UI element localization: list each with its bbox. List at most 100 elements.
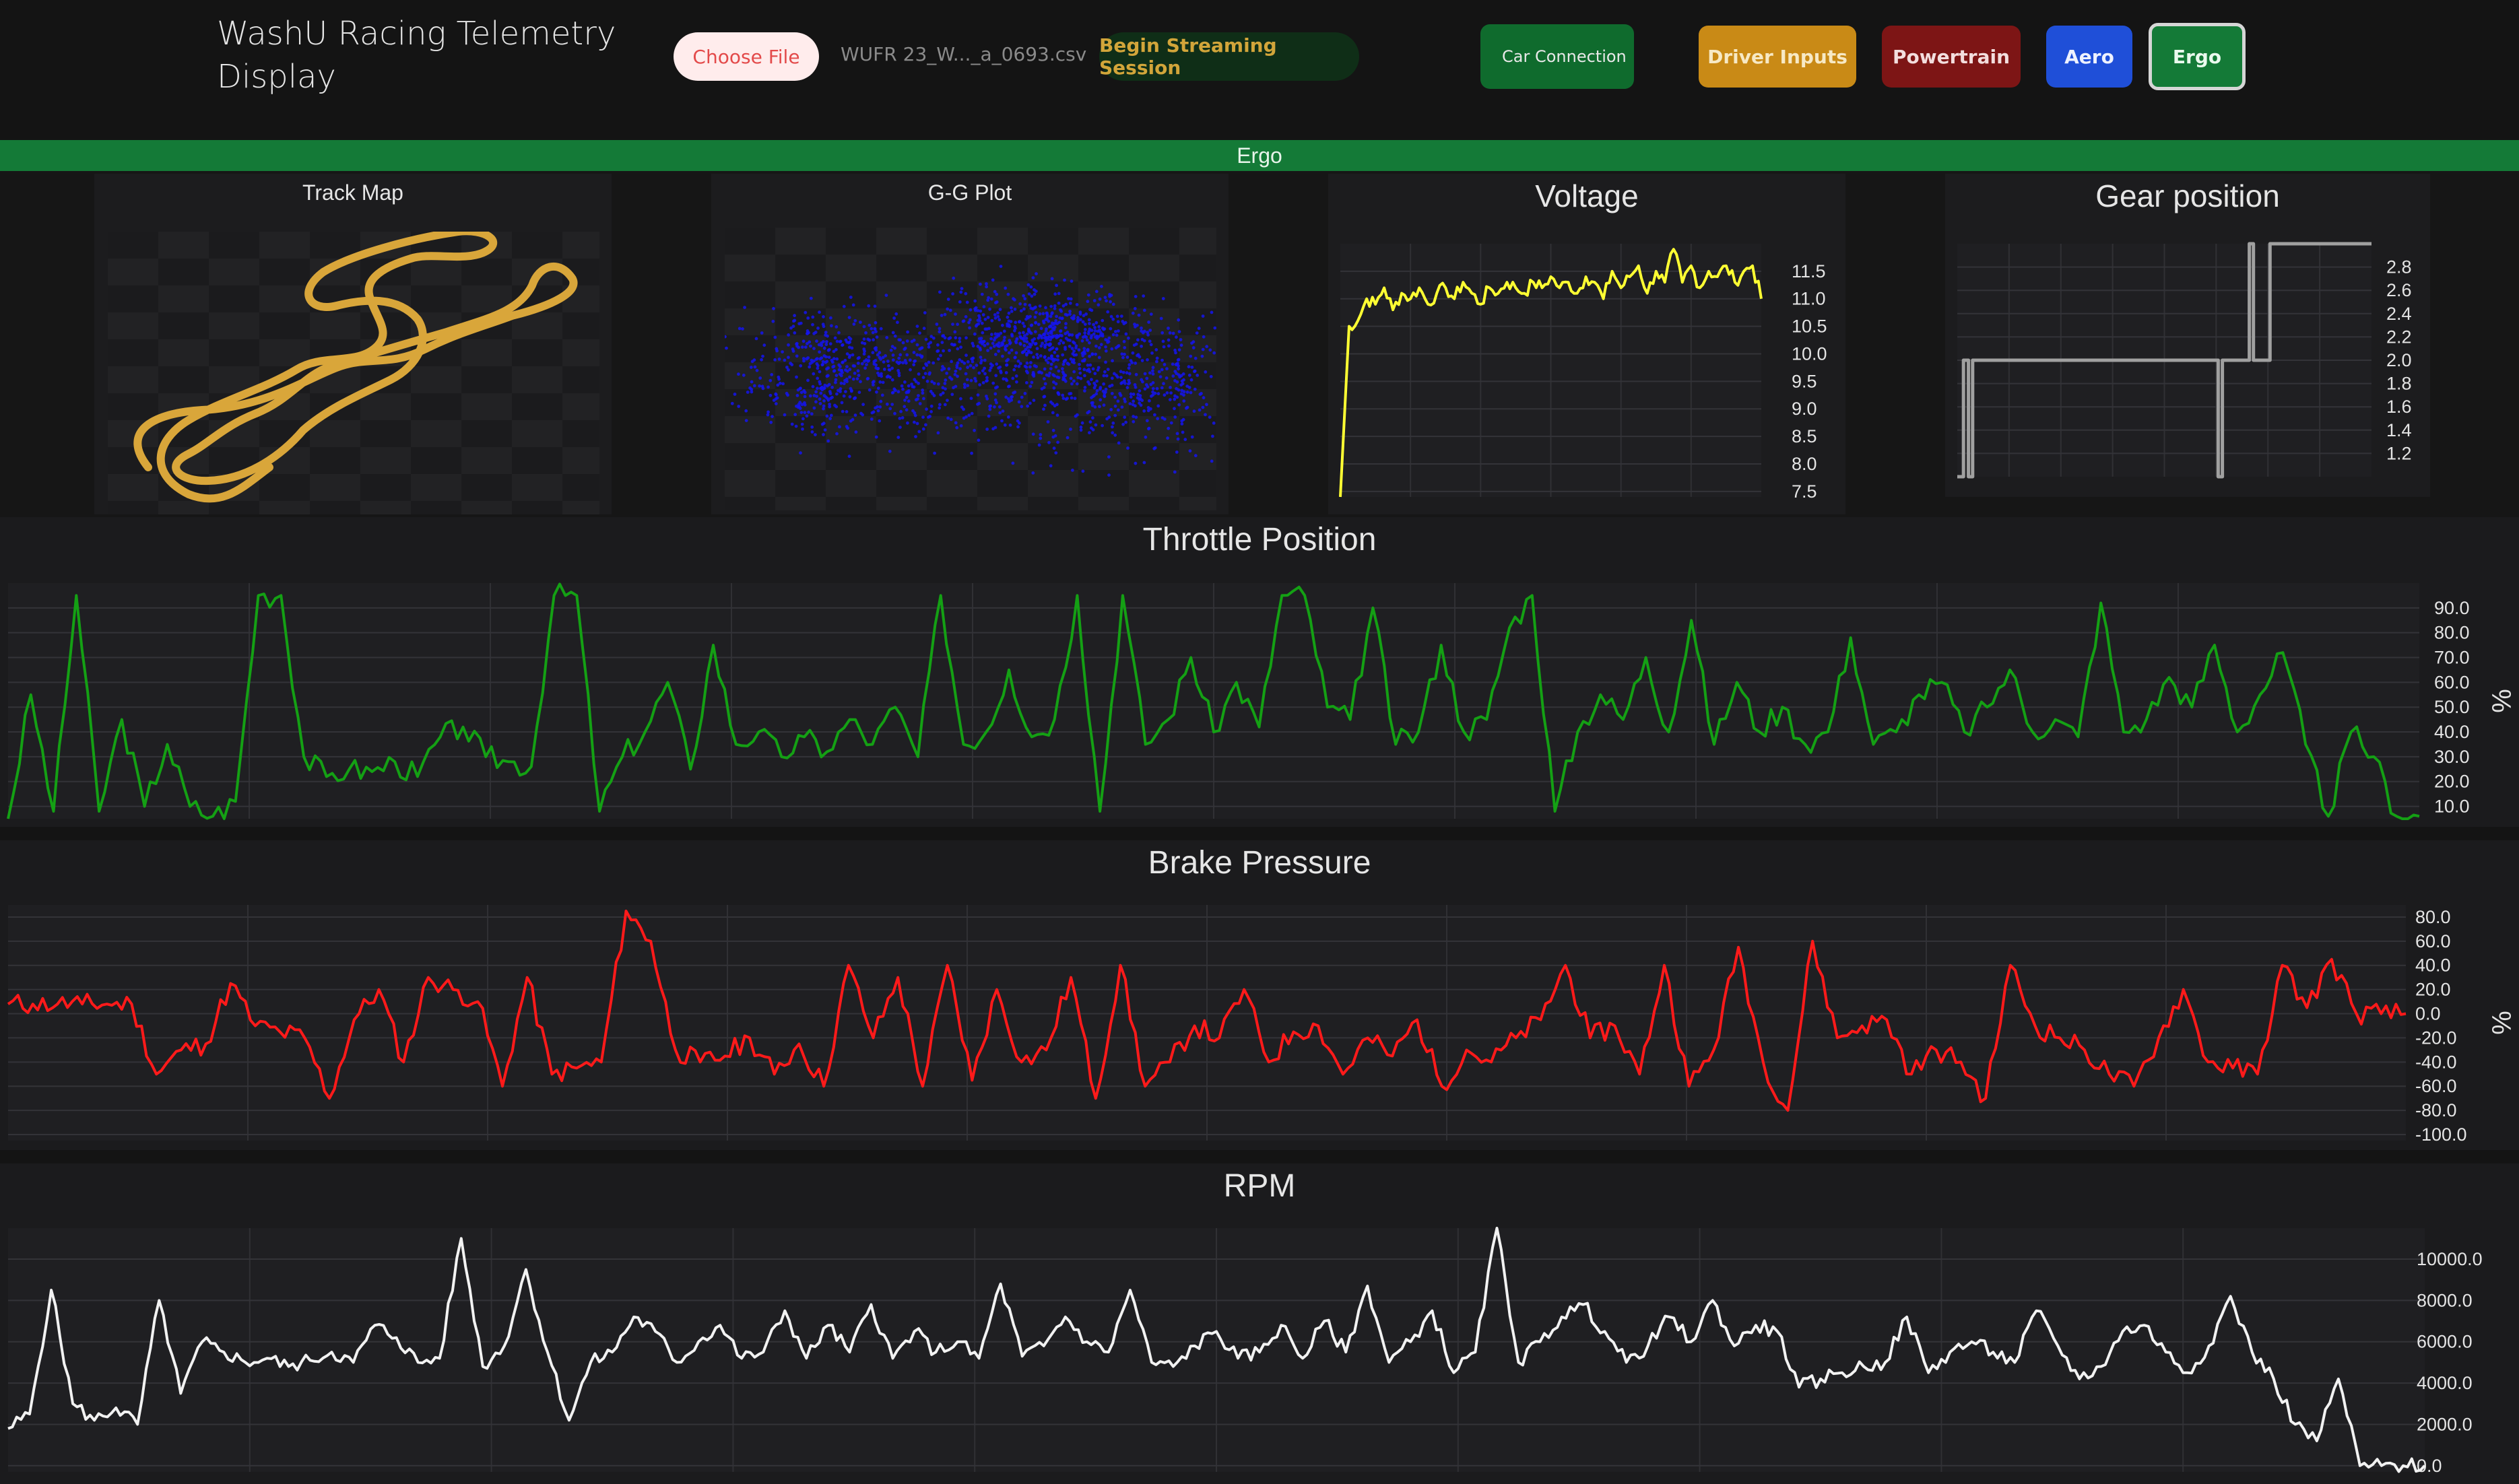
gg-point xyxy=(822,404,826,408)
brake-y-tick-label: 60.0 xyxy=(2415,931,2451,951)
gg-point xyxy=(1082,347,1086,351)
gg-point xyxy=(1204,413,1207,417)
gg-point xyxy=(822,433,825,436)
gg-point xyxy=(862,325,866,329)
gg-point xyxy=(834,380,837,384)
gg-point xyxy=(766,385,770,389)
gg-point xyxy=(856,362,860,365)
gg-point xyxy=(1086,411,1090,415)
gg-point xyxy=(1018,335,1022,339)
brake-title: Brake Pressure xyxy=(1148,845,1371,881)
gg-point xyxy=(1151,393,1155,397)
gg-point xyxy=(1063,378,1066,381)
gg-point xyxy=(1045,327,1048,331)
gg-point xyxy=(952,276,956,280)
gg-point xyxy=(910,382,913,386)
gg-point xyxy=(1136,338,1140,342)
choose-file-button[interactable]: Choose File xyxy=(674,32,819,81)
gg-point xyxy=(879,327,883,331)
gg-point xyxy=(810,425,814,429)
car-connection-button[interactable]: Car Connection xyxy=(1480,24,1634,89)
gg-point xyxy=(970,411,974,415)
gg-point xyxy=(1083,323,1087,326)
gg-point xyxy=(775,396,779,400)
gg-point xyxy=(1177,318,1181,322)
gg-point xyxy=(965,300,969,304)
gg-point xyxy=(945,372,948,375)
gg-point xyxy=(841,360,845,364)
gg-point xyxy=(1092,386,1097,390)
gg-point xyxy=(1040,387,1044,391)
voltage-y-ticks: 11.5 11.0 10.5 10.0 9.5 9.0 8.5 8.0 7.5 xyxy=(1792,261,1827,502)
gg-point xyxy=(1148,399,1151,403)
gg-point xyxy=(896,390,901,394)
tab-ergo[interactable]: Ergo xyxy=(2149,23,2246,90)
gg-point xyxy=(897,338,901,341)
gg-point xyxy=(933,451,936,455)
tab-aero[interactable]: Aero xyxy=(2046,26,2132,88)
begin-streaming-button[interactable]: Begin Streaming Session xyxy=(1099,32,1359,81)
gg-point xyxy=(1156,417,1160,421)
gg-point xyxy=(1055,403,1059,407)
gg-point xyxy=(991,364,994,368)
gg-point xyxy=(809,344,812,348)
gg-point xyxy=(1191,340,1196,344)
selected-file-name: WUFR 23_W..._a_0693.csv xyxy=(841,43,1087,65)
gg-point xyxy=(829,316,832,320)
gg-point xyxy=(898,353,903,357)
gg-point xyxy=(1070,279,1074,283)
gg-point xyxy=(1024,347,1028,351)
rpm-y-tick-label: 4000.0 xyxy=(2417,1373,2473,1393)
gg-point xyxy=(1142,339,1146,343)
gg-point xyxy=(822,325,826,329)
gg-point xyxy=(839,381,843,385)
gg-point xyxy=(1050,277,1054,281)
gg-point xyxy=(1147,426,1151,430)
gg-point xyxy=(1061,393,1065,397)
gg-point xyxy=(1108,384,1112,389)
gg-point xyxy=(1153,413,1156,417)
gg-point xyxy=(1160,386,1164,390)
tab-powertrain[interactable]: Powertrain xyxy=(1882,26,2021,88)
gg-point xyxy=(848,375,851,379)
gg-point xyxy=(1097,325,1101,329)
gg-point xyxy=(1097,356,1101,360)
gg-point xyxy=(1123,321,1127,325)
gg-point xyxy=(1044,358,1048,362)
gg-point xyxy=(906,330,909,334)
gear-y-tick-label: 2.6 xyxy=(2386,280,2412,300)
gg-point xyxy=(1039,436,1043,440)
gg-point xyxy=(830,324,833,328)
gg-point xyxy=(1116,375,1119,379)
gg-point xyxy=(1052,322,1056,325)
gg-point xyxy=(981,342,984,345)
tab-driver-inputs[interactable]: Driver Inputs xyxy=(1699,26,1856,88)
gg-point xyxy=(1031,432,1035,436)
gg-point xyxy=(1099,333,1103,337)
gg-point xyxy=(958,300,962,304)
gg-point xyxy=(1160,368,1164,372)
gg-point xyxy=(980,292,984,296)
gg-point xyxy=(829,413,833,417)
gg-point xyxy=(1028,365,1032,369)
gg-point xyxy=(962,319,966,323)
gg-point xyxy=(845,410,849,413)
gg-point xyxy=(909,368,912,372)
gg-point xyxy=(847,356,851,360)
gg-point xyxy=(1072,361,1076,365)
gg-point xyxy=(776,383,780,387)
gg-point xyxy=(1197,327,1201,331)
gg-point xyxy=(867,355,871,359)
gg-point xyxy=(1104,360,1107,364)
gg-point xyxy=(826,398,830,402)
gg-point xyxy=(979,337,983,340)
gg-point xyxy=(1034,321,1038,325)
gg-point xyxy=(1138,398,1141,401)
rpm-y-ticks: 10000.0 8000.0 6000.0 4000.0 2000.0 0.0 xyxy=(2417,1249,2483,1476)
gg-point xyxy=(1127,366,1131,370)
gg-point xyxy=(888,407,892,411)
gg-point xyxy=(936,343,940,347)
gg-point xyxy=(917,382,920,385)
gg-point xyxy=(1086,380,1090,384)
gg-point xyxy=(1105,299,1108,303)
